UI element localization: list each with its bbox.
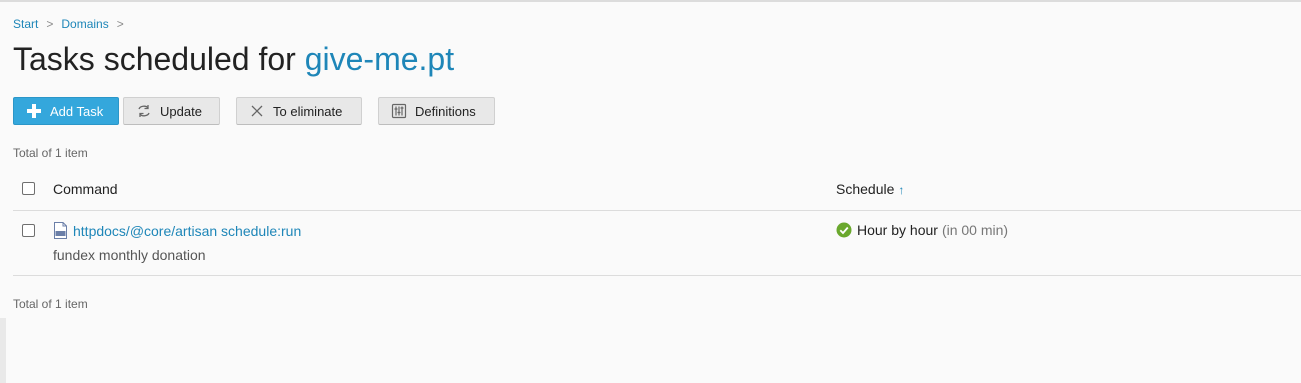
breadcrumb-start[interactable]: Start: [13, 17, 38, 31]
page-title-prefix: Tasks scheduled for: [13, 41, 296, 77]
command-cell: httpdocs/@core/artisan schedule:run: [53, 222, 301, 239]
row-checkbox[interactable]: [22, 224, 35, 237]
breadcrumb-separator: >: [46, 17, 54, 31]
eliminate-button[interactable]: To eliminate: [236, 97, 362, 125]
page-title: Tasks scheduled for give-me.pt: [13, 41, 454, 78]
sliders-icon: [390, 102, 408, 120]
column-header-command[interactable]: Command: [53, 181, 118, 197]
add-task-button[interactable]: Add Task: [13, 97, 119, 125]
column-header-schedule[interactable]: Schedule ↑: [836, 181, 904, 197]
close-icon: [248, 102, 266, 120]
breadcrumb-separator: >: [116, 17, 124, 31]
add-task-label: Add Task: [50, 103, 104, 119]
breadcrumb: Start > Domains >: [13, 17, 132, 31]
php-file-icon: [54, 222, 67, 239]
item-count-top: Total of 1 item: [13, 146, 88, 160]
schedule-cell: Hour by hour (in 00 min): [836, 222, 1008, 238]
command-link[interactable]: httpdocs/@core/artisan schedule:run: [73, 223, 301, 239]
task-description: fundex monthly donation: [53, 247, 206, 263]
left-edge-panel: [0, 318, 6, 383]
breadcrumb-domains[interactable]: Domains: [61, 17, 108, 31]
sort-ascending-icon: ↑: [898, 183, 905, 197]
column-header-schedule-label: Schedule: [836, 181, 895, 197]
plus-icon: [25, 102, 43, 120]
update-button[interactable]: Update: [123, 97, 220, 125]
table-row: httpdocs/@core/artisan schedule:run fund…: [13, 211, 1301, 276]
schedule-value: Hour by hour: [857, 222, 938, 238]
definitions-button[interactable]: Definitions: [378, 97, 495, 125]
select-all-checkbox[interactable]: [22, 182, 35, 195]
refresh-icon: [135, 102, 153, 120]
check-circle-icon: [836, 222, 852, 238]
top-border: [0, 0, 1301, 2]
eliminate-label: To eliminate: [273, 103, 343, 119]
page-title-domain: give-me.pt: [304, 41, 455, 77]
item-count-bottom: Total of 1 item: [13, 297, 88, 311]
schedule-hint: (in 00 min): [941, 222, 1009, 238]
definitions-label: Definitions: [415, 103, 476, 119]
update-label: Update: [160, 103, 202, 119]
table-header: Command Schedule ↑: [13, 176, 1301, 211]
